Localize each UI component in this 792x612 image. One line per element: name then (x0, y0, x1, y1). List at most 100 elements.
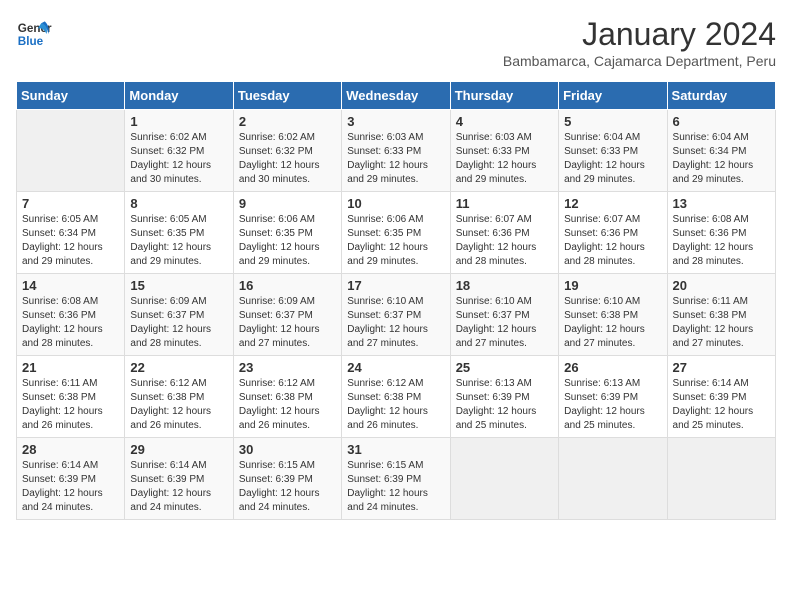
header-friday: Friday (559, 82, 667, 110)
calendar-cell: 2 Sunrise: 6:02 AMSunset: 6:32 PMDayligh… (233, 110, 341, 192)
header-row: Sunday Monday Tuesday Wednesday Thursday… (17, 82, 776, 110)
calendar-cell: 4 Sunrise: 6:03 AMSunset: 6:33 PMDayligh… (450, 110, 558, 192)
calendar-table: Sunday Monday Tuesday Wednesday Thursday… (16, 81, 776, 520)
day-number: 14 (22, 278, 119, 293)
calendar-week-3: 14 Sunrise: 6:08 AMSunset: 6:36 PMDaylig… (17, 274, 776, 356)
day-info: Sunrise: 6:13 AMSunset: 6:39 PMDaylight:… (456, 378, 537, 431)
day-number: 5 (564, 114, 661, 129)
location-subtitle: Bambamarca, Cajamarca Department, Peru (503, 53, 776, 69)
day-number: 3 (347, 114, 444, 129)
day-info: Sunrise: 6:08 AMSunset: 6:36 PMDaylight:… (673, 214, 754, 267)
day-info: Sunrise: 6:05 AMSunset: 6:34 PMDaylight:… (22, 214, 103, 267)
header-wednesday: Wednesday (342, 82, 450, 110)
day-info: Sunrise: 6:14 AMSunset: 6:39 PMDaylight:… (22, 460, 103, 513)
day-info: Sunrise: 6:15 AMSunset: 6:39 PMDaylight:… (239, 460, 320, 513)
day-number: 31 (347, 442, 444, 457)
day-info: Sunrise: 6:14 AMSunset: 6:39 PMDaylight:… (673, 378, 754, 431)
calendar-cell: 23 Sunrise: 6:12 AMSunset: 6:38 PMDaylig… (233, 356, 341, 438)
day-info: Sunrise: 6:09 AMSunset: 6:37 PMDaylight:… (130, 296, 211, 349)
calendar-week-2: 7 Sunrise: 6:05 AMSunset: 6:34 PMDayligh… (17, 192, 776, 274)
calendar-cell: 11 Sunrise: 6:07 AMSunset: 6:36 PMDaylig… (450, 192, 558, 274)
calendar-cell: 8 Sunrise: 6:05 AMSunset: 6:35 PMDayligh… (125, 192, 233, 274)
header-tuesday: Tuesday (233, 82, 341, 110)
day-number: 30 (239, 442, 336, 457)
calendar-cell (667, 438, 775, 520)
calendar-week-5: 28 Sunrise: 6:14 AMSunset: 6:39 PMDaylig… (17, 438, 776, 520)
calendar-cell (17, 110, 125, 192)
day-info: Sunrise: 6:06 AMSunset: 6:35 PMDaylight:… (347, 214, 428, 267)
day-info: Sunrise: 6:11 AMSunset: 6:38 PMDaylight:… (673, 296, 754, 349)
day-number: 7 (22, 196, 119, 211)
day-number: 21 (22, 360, 119, 375)
day-number: 9 (239, 196, 336, 211)
month-title: January 2024 (503, 16, 776, 53)
day-info: Sunrise: 6:09 AMSunset: 6:37 PMDaylight:… (239, 296, 320, 349)
title-block: January 2024 Bambamarca, Cajamarca Depar… (503, 16, 776, 69)
header-saturday: Saturday (667, 82, 775, 110)
page-header: General Blue January 2024 Bambamarca, Ca… (16, 16, 776, 69)
day-number: 15 (130, 278, 227, 293)
day-number: 1 (130, 114, 227, 129)
logo-icon: General Blue (16, 16, 52, 52)
day-info: Sunrise: 6:15 AMSunset: 6:39 PMDaylight:… (347, 460, 428, 513)
day-info: Sunrise: 6:07 AMSunset: 6:36 PMDaylight:… (564, 214, 645, 267)
calendar-cell: 20 Sunrise: 6:11 AMSunset: 6:38 PMDaylig… (667, 274, 775, 356)
day-info: Sunrise: 6:12 AMSunset: 6:38 PMDaylight:… (130, 378, 211, 431)
calendar-cell: 17 Sunrise: 6:10 AMSunset: 6:37 PMDaylig… (342, 274, 450, 356)
calendar-cell: 18 Sunrise: 6:10 AMSunset: 6:37 PMDaylig… (450, 274, 558, 356)
day-number: 6 (673, 114, 770, 129)
day-number: 13 (673, 196, 770, 211)
calendar-cell: 5 Sunrise: 6:04 AMSunset: 6:33 PMDayligh… (559, 110, 667, 192)
day-info: Sunrise: 6:03 AMSunset: 6:33 PMDaylight:… (456, 132, 537, 185)
day-info: Sunrise: 6:03 AMSunset: 6:33 PMDaylight:… (347, 132, 428, 185)
day-info: Sunrise: 6:08 AMSunset: 6:36 PMDaylight:… (22, 296, 103, 349)
calendar-cell: 26 Sunrise: 6:13 AMSunset: 6:39 PMDaylig… (559, 356, 667, 438)
day-info: Sunrise: 6:10 AMSunset: 6:38 PMDaylight:… (564, 296, 645, 349)
calendar-cell: 21 Sunrise: 6:11 AMSunset: 6:38 PMDaylig… (17, 356, 125, 438)
day-number: 4 (456, 114, 553, 129)
day-number: 10 (347, 196, 444, 211)
day-number: 28 (22, 442, 119, 457)
day-number: 18 (456, 278, 553, 293)
calendar-cell: 9 Sunrise: 6:06 AMSunset: 6:35 PMDayligh… (233, 192, 341, 274)
calendar-cell: 22 Sunrise: 6:12 AMSunset: 6:38 PMDaylig… (125, 356, 233, 438)
day-info: Sunrise: 6:10 AMSunset: 6:37 PMDaylight:… (347, 296, 428, 349)
day-number: 25 (456, 360, 553, 375)
header-monday: Monday (125, 82, 233, 110)
day-info: Sunrise: 6:05 AMSunset: 6:35 PMDaylight:… (130, 214, 211, 267)
day-info: Sunrise: 6:11 AMSunset: 6:38 PMDaylight:… (22, 378, 103, 431)
day-info: Sunrise: 6:07 AMSunset: 6:36 PMDaylight:… (456, 214, 537, 267)
calendar-cell: 27 Sunrise: 6:14 AMSunset: 6:39 PMDaylig… (667, 356, 775, 438)
calendar-cell: 25 Sunrise: 6:13 AMSunset: 6:39 PMDaylig… (450, 356, 558, 438)
day-number: 27 (673, 360, 770, 375)
calendar-week-1: 1 Sunrise: 6:02 AMSunset: 6:32 PMDayligh… (17, 110, 776, 192)
day-info: Sunrise: 6:02 AMSunset: 6:32 PMDaylight:… (239, 132, 320, 185)
header-sunday: Sunday (17, 82, 125, 110)
day-info: Sunrise: 6:04 AMSunset: 6:33 PMDaylight:… (564, 132, 645, 185)
day-number: 24 (347, 360, 444, 375)
calendar-cell: 13 Sunrise: 6:08 AMSunset: 6:36 PMDaylig… (667, 192, 775, 274)
day-number: 29 (130, 442, 227, 457)
logo: General Blue (16, 16, 52, 52)
calendar-week-4: 21 Sunrise: 6:11 AMSunset: 6:38 PMDaylig… (17, 356, 776, 438)
calendar-cell: 12 Sunrise: 6:07 AMSunset: 6:36 PMDaylig… (559, 192, 667, 274)
calendar-cell (450, 438, 558, 520)
day-number: 17 (347, 278, 444, 293)
calendar-cell: 15 Sunrise: 6:09 AMSunset: 6:37 PMDaylig… (125, 274, 233, 356)
day-info: Sunrise: 6:14 AMSunset: 6:39 PMDaylight:… (130, 460, 211, 513)
calendar-cell: 29 Sunrise: 6:14 AMSunset: 6:39 PMDaylig… (125, 438, 233, 520)
day-info: Sunrise: 6:12 AMSunset: 6:38 PMDaylight:… (347, 378, 428, 431)
day-info: Sunrise: 6:10 AMSunset: 6:37 PMDaylight:… (456, 296, 537, 349)
day-number: 12 (564, 196, 661, 211)
day-number: 20 (673, 278, 770, 293)
day-number: 26 (564, 360, 661, 375)
header-thursday: Thursday (450, 82, 558, 110)
day-number: 19 (564, 278, 661, 293)
calendar-cell: 28 Sunrise: 6:14 AMSunset: 6:39 PMDaylig… (17, 438, 125, 520)
day-number: 2 (239, 114, 336, 129)
calendar-cell: 6 Sunrise: 6:04 AMSunset: 6:34 PMDayligh… (667, 110, 775, 192)
calendar-cell: 7 Sunrise: 6:05 AMSunset: 6:34 PMDayligh… (17, 192, 125, 274)
day-number: 8 (130, 196, 227, 211)
day-number: 16 (239, 278, 336, 293)
calendar-cell: 19 Sunrise: 6:10 AMSunset: 6:38 PMDaylig… (559, 274, 667, 356)
